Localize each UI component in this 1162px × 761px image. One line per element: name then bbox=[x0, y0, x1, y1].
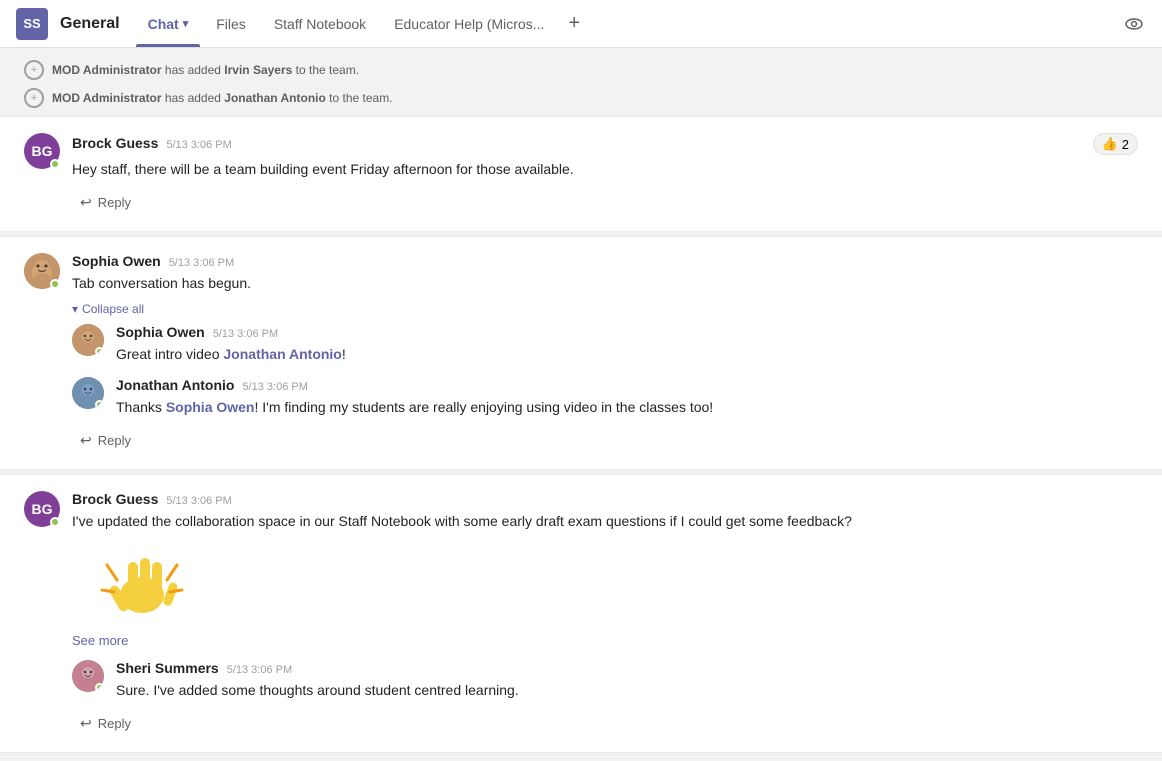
add-tab-button[interactable]: + bbox=[568, 12, 580, 35]
message-text-3: I've updated the collaboration space in … bbox=[72, 511, 1138, 532]
tab-staff-notebook[interactable]: Staff Notebook bbox=[262, 0, 378, 47]
eye-icon[interactable] bbox=[1122, 12, 1146, 36]
avatar-brock-1: BG bbox=[24, 133, 60, 169]
thread-time-sophia: 5/13 3:06 PM bbox=[213, 328, 278, 340]
add-member-icon: + bbox=[24, 60, 44, 80]
reply-section-2: ↩ Reply bbox=[72, 428, 1138, 453]
thread-replies-2: Sophia Owen 5/13 3:06 PM Great intro vid… bbox=[72, 324, 1138, 418]
add-member-icon-2: + bbox=[24, 88, 44, 108]
message-group-2: Sophia Owen 5/13 3:06 PM Tab conversatio… bbox=[0, 236, 1162, 470]
system-message-1: + MOD Administrator has added Irvin Saye… bbox=[0, 56, 1162, 84]
header: SS General Chat ▾ Files Staff Notebook E… bbox=[0, 0, 1162, 48]
message-group-3: BG Brock Guess 5/13 3:06 PM I've updated… bbox=[0, 474, 1162, 753]
thread-author-sheri: Sheri Summers bbox=[116, 660, 219, 676]
message-time-brock2: 5/13 3:06 PM bbox=[166, 495, 231, 507]
message-content-2: Sophia Owen 5/13 3:06 PM Tab conversatio… bbox=[72, 253, 1138, 294]
thread-status-sophia bbox=[95, 347, 104, 356]
reaction-thumbsup[interactable]: 👍 2 bbox=[1093, 133, 1138, 155]
mention-jonathan: Jonathan Antonio bbox=[223, 346, 341, 362]
thread-author-jonathan: Jonathan Antonio bbox=[116, 377, 234, 393]
mention-sophia: Sophia Owen bbox=[166, 399, 255, 415]
thread-status-sheri bbox=[95, 683, 104, 692]
reply-section-3: ↩ Reply bbox=[72, 711, 1138, 736]
avatar-sophia bbox=[24, 253, 60, 289]
sticker-wrap bbox=[72, 540, 1138, 625]
message-author: Brock Guess bbox=[72, 135, 158, 151]
reply-button-2[interactable]: ↩ Reply bbox=[72, 428, 139, 453]
message-text-1: Hey staff, there will be a team building… bbox=[72, 159, 1138, 180]
thread-text-sheri: Sure. I've added some thoughts around st… bbox=[116, 680, 1138, 701]
message-row-1: BG Brock Guess 5/13 3:06 PM 👍 2 Hey staf… bbox=[24, 133, 1138, 180]
thread-avatar-sophia bbox=[72, 324, 104, 356]
thread-replies-3: Sheri Summers 5/13 3:06 PM Sure. I've ad… bbox=[72, 660, 1138, 701]
reply-arrow-icon-2: ↩ bbox=[80, 432, 92, 449]
reply-button-3[interactable]: ↩ Reply bbox=[72, 711, 139, 736]
message-content-3: Brock Guess 5/13 3:06 PM I've updated th… bbox=[72, 491, 1138, 648]
chat-area: + MOD Administrator has added Irvin Saye… bbox=[0, 48, 1162, 761]
thread-reply-sophia: Sophia Owen 5/13 3:06 PM Great intro vid… bbox=[72, 324, 1138, 365]
header-tabs: Chat ▾ Files Staff Notebook Educator Hel… bbox=[136, 0, 580, 47]
reply-arrow-icon-3: ↩ bbox=[80, 715, 92, 732]
message-row-2: Sophia Owen 5/13 3:06 PM Tab conversatio… bbox=[24, 253, 1138, 294]
thread-time-sheri: 5/13 3:06 PM bbox=[227, 664, 292, 676]
tab-educator-help[interactable]: Educator Help (Micros... bbox=[382, 0, 556, 47]
message-row-3: BG Brock Guess 5/13 3:06 PM I've updated… bbox=[24, 491, 1138, 648]
thread-avatar-jonathan bbox=[72, 377, 104, 409]
channel-name: General bbox=[60, 15, 120, 33]
message-group-1: BG Brock Guess 5/13 3:06 PM 👍 2 Hey staf… bbox=[0, 116, 1162, 232]
thread-author-sophia: Sophia Owen bbox=[116, 324, 205, 340]
collapse-all-button[interactable]: ▾ Collapse all bbox=[72, 302, 1138, 316]
status-indicator-brock2 bbox=[50, 517, 60, 527]
tab-chat[interactable]: Chat ▾ bbox=[136, 0, 201, 47]
message-text-2: Tab conversation has begun. bbox=[72, 273, 1138, 294]
reply-section-1: ↩ Reply bbox=[72, 190, 1138, 215]
thread-reply-sheri: Sheri Summers 5/13 3:06 PM Sure. I've ad… bbox=[72, 660, 1138, 701]
message-time-sophia: 5/13 3:06 PM bbox=[169, 257, 234, 269]
thread-text-jonathan: Thanks Sophia Owen! I'm finding my stude… bbox=[116, 397, 1138, 418]
status-indicator bbox=[50, 159, 60, 169]
see-more-button[interactable]: See more bbox=[72, 633, 1138, 648]
avatar-brock-2: BG bbox=[24, 491, 60, 527]
status-indicator bbox=[50, 279, 60, 289]
message-content-1: Brock Guess 5/13 3:06 PM 👍 2 Hey staff, … bbox=[72, 133, 1138, 180]
thread-avatar-sheri bbox=[72, 660, 104, 692]
thread-status-jonathan bbox=[95, 400, 104, 409]
thread-text-sophia: Great intro video Jonathan Antonio! bbox=[116, 344, 1138, 365]
message-time: 5/13 3:06 PM bbox=[166, 139, 231, 151]
thread-reply-jonathan: Jonathan Antonio 5/13 3:06 PM Thanks Sop… bbox=[72, 377, 1138, 418]
user-avatar: SS bbox=[16, 8, 48, 40]
message-author-sophia: Sophia Owen bbox=[72, 253, 161, 269]
thread-time-jonathan: 5/13 3:06 PM bbox=[242, 381, 307, 393]
reply-button-1[interactable]: ↩ Reply bbox=[72, 190, 139, 215]
system-message-2: + MOD Administrator has added Jonathan A… bbox=[0, 84, 1162, 112]
tab-files[interactable]: Files bbox=[204, 0, 258, 47]
message-author-brock2: Brock Guess bbox=[72, 491, 158, 507]
reply-arrow-icon: ↩ bbox=[80, 194, 92, 211]
